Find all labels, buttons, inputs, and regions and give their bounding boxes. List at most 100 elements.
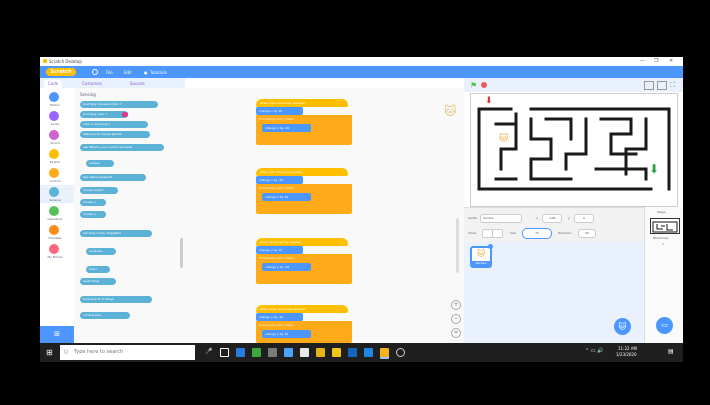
script1-inner[interactable]: change x by -10 — [262, 124, 311, 132]
show-hidden-toggle[interactable] — [492, 229, 503, 238]
taskbar-app-7-icon[interactable] — [332, 348, 341, 357]
fullscreen-icon[interactable]: ⛶ — [670, 81, 675, 90]
taskbar-date[interactable]: 1/23/2020 — [616, 352, 637, 357]
category-sensing-label[interactable]: Sensing — [42, 198, 68, 202]
block-distance-to[interactable]: distance to mouse-pointer — [80, 131, 150, 138]
category-operators-label[interactable]: Operators — [42, 217, 68, 221]
zoom-in-icon[interactable]: + — [451, 300, 461, 310]
direction-field[interactable]: 90 — [578, 229, 596, 238]
block-key-pressed[interactable]: key space pressed? — [80, 174, 146, 181]
taskbar-app-2-icon[interactable] — [252, 348, 261, 357]
sprite-name-field[interactable]: Sprite1 — [480, 214, 522, 223]
taskbar-scratch-icon[interactable] — [380, 348, 389, 359]
task-view-icon[interactable] — [220, 348, 229, 357]
block-timer[interactable]: timer — [86, 266, 110, 273]
small-stage-icon[interactable] — [644, 81, 654, 90]
category-variables-dot[interactable] — [49, 225, 59, 235]
menu-file[interactable]: File — [106, 70, 113, 75]
stop-icon[interactable] — [481, 82, 487, 88]
size-field[interactable]: 15 — [522, 228, 552, 239]
tutorials-icon[interactable]: ● — [144, 70, 148, 75]
script3-inner[interactable]: change y by -10 — [262, 263, 311, 271]
scratch-logo[interactable]: Scratch — [46, 68, 76, 76]
category-myblocks-dot[interactable] — [49, 244, 59, 254]
block-backdrop-of[interactable]: backdrop # of Stage — [80, 296, 152, 303]
category-operators-dot[interactable] — [49, 206, 59, 216]
large-stage-icon[interactable] — [657, 81, 667, 90]
block-mouse-y[interactable]: mouse y — [80, 211, 106, 218]
add-extension-button[interactable]: ⊞ — [40, 326, 74, 343]
category-sensing-dot[interactable] — [49, 187, 59, 197]
block-answer[interactable]: answer — [86, 160, 114, 167]
windows-start-icon[interactable]: ⊞ — [46, 348, 53, 357]
zoom-out-icon[interactable]: − — [451, 314, 461, 324]
zoom-reset-icon[interactable]: = — [451, 328, 461, 338]
block-loudness[interactable]: loudness — [86, 248, 116, 255]
script1-hat[interactable]: when right arrow key pressed — [256, 99, 348, 107]
taskbar-app-6-icon[interactable] — [316, 348, 325, 357]
category-looks-dot[interactable] — [49, 111, 59, 121]
category-sound-label[interactable]: Sound — [42, 141, 68, 145]
tray-icons[interactable]: ⌃ ▭ 🔊 — [585, 348, 603, 354]
script4-hat[interactable]: when down arrow key pressed — [256, 305, 348, 313]
add-sprite-button[interactable]: 🐱 — [614, 318, 631, 335]
color-swatch-magenta[interactable] — [122, 112, 128, 117]
block-reset-timer[interactable]: reset timer — [80, 278, 116, 285]
script1-change-x[interactable]: change x by 10 — [256, 107, 303, 115]
category-events-dot[interactable] — [49, 149, 59, 159]
taskbar-app-4-icon[interactable] — [284, 348, 293, 357]
category-variables-label[interactable]: Variables — [42, 236, 68, 240]
script3-hat[interactable]: when up arrow key pressed — [256, 238, 348, 246]
script2-hat[interactable]: when left arrow key pressed — [256, 168, 348, 176]
category-motion-dot[interactable] — [49, 92, 59, 102]
sprite-tile[interactable]: 🐱 Sprite1 — [470, 246, 492, 268]
block-current[interactable]: current year — [80, 312, 130, 319]
block-mouse-down[interactable]: mouse down? — [80, 187, 118, 194]
block-mouse-x[interactable]: mouse x — [80, 199, 106, 206]
taskbar-app-9-icon[interactable] — [364, 348, 373, 357]
script2-inner[interactable]: change x by 10 — [262, 193, 311, 201]
cortana-mic-icon[interactable]: 🎤 — [205, 348, 212, 355]
palette-scrollbar[interactable] — [180, 238, 183, 268]
category-looks-label[interactable]: Looks — [42, 122, 68, 126]
category-myblocks-label[interactable]: My Blocks — [42, 255, 68, 259]
taskbar-app-11-icon[interactable] — [396, 348, 405, 357]
close-button[interactable]: ✕ — [669, 58, 673, 64]
script4-inner[interactable]: change y by 10 — [262, 330, 311, 338]
x-field[interactable]: -208 — [542, 214, 562, 223]
menu-edit[interactable]: Edit — [124, 70, 132, 75]
block-touching[interactable]: touching mouse-pointer ? — [80, 101, 158, 108]
tab-code[interactable]: Code — [44, 80, 63, 88]
category-events-label[interactable]: Events — [42, 160, 68, 164]
block-ask-and-wait[interactable]: ask What's your name? and wait — [80, 144, 164, 151]
script3-change-y[interactable]: change y by 10 — [256, 246, 303, 254]
taskbar-app-3-icon[interactable] — [268, 348, 277, 357]
taskbar-search[interactable]: ○ Type here to search — [60, 345, 195, 360]
taskbar-time[interactable]: 11:22 AM — [618, 346, 637, 351]
menu-tutorials[interactable]: Tutorials — [150, 70, 167, 75]
y-field[interactable]: 0 — [574, 214, 594, 223]
block-set-drag-mode[interactable]: set drag mode draggable — [80, 230, 152, 237]
minimize-button[interactable]: — — [640, 58, 645, 64]
category-control-label[interactable]: Control — [42, 179, 68, 183]
taskbar-app-1-icon[interactable] — [236, 348, 245, 357]
notifications-icon[interactable]: ▤ — [668, 348, 674, 355]
tab-sounds[interactable]: Sounds — [130, 80, 145, 88]
taskbar-app-8-icon[interactable] — [348, 348, 357, 357]
category-motion-label[interactable]: Motion — [42, 103, 68, 107]
block-color-touching[interactable]: color is touching ? — [80, 121, 148, 128]
category-control-dot[interactable] — [49, 168, 59, 178]
green-flag-icon[interactable]: ⚑ — [470, 81, 477, 90]
sprite-delete-icon[interactable] — [488, 244, 493, 249]
stage-thumbnail[interactable] — [650, 218, 680, 234]
add-backdrop-button[interactable]: ▭ — [656, 317, 673, 334]
stage-selector[interactable]: Stage Backdrops 1 ▭ — [644, 207, 683, 343]
category-sound-dot[interactable] — [49, 130, 59, 140]
cat-sprite-icon[interactable]: 🐱 — [499, 134, 508, 144]
taskbar-app-5-icon[interactable] — [300, 348, 309, 357]
script2-change-x[interactable]: change x by -10 — [256, 176, 303, 184]
scroll-track[interactable] — [456, 218, 459, 273]
globe-icon[interactable] — [92, 69, 98, 75]
stage[interactable]: ⬇ 🐱 ⬇ — [470, 93, 678, 207]
block-touching-color[interactable]: touching color ? — [80, 111, 128, 118]
